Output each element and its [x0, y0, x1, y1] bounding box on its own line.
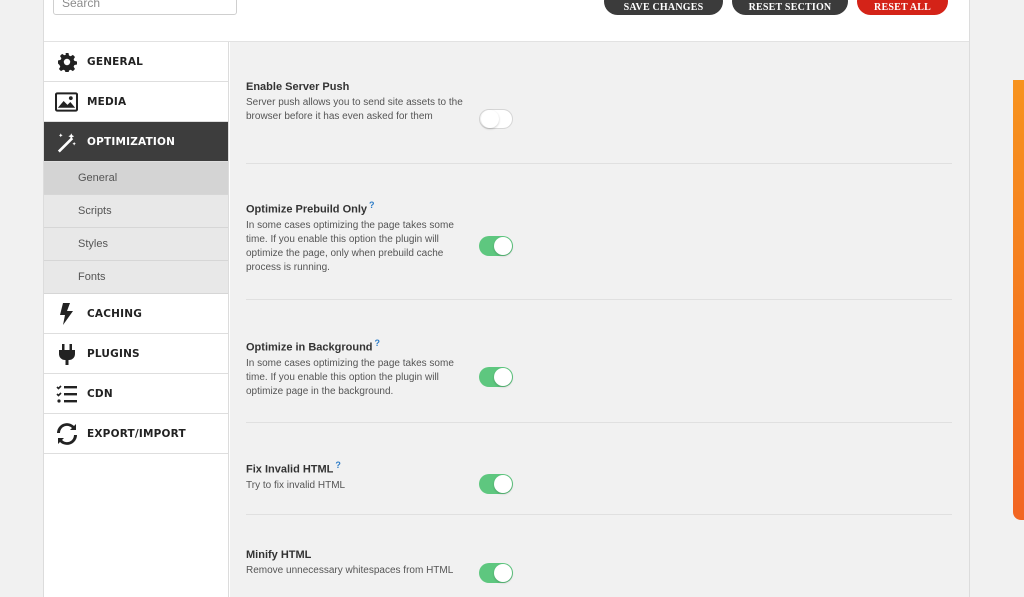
subnav-item-scripts[interactable]: Scripts: [44, 195, 228, 228]
subnav-item-fonts[interactable]: Fonts: [44, 261, 228, 294]
toggle-knob: [494, 564, 512, 582]
sidebar-item-plugins[interactable]: PLUGINS: [44, 334, 228, 374]
option-enable-server-push: Enable Server Push Server push allows yo…: [246, 81, 952, 164]
sidebar-item-label: GENERAL: [87, 55, 144, 68]
search-input[interactable]: [53, 0, 237, 15]
subnav-item-general[interactable]: General: [44, 162, 228, 195]
option-description: In some cases optimizing the page takes …: [246, 219, 454, 273]
background-optimize-toggle[interactable]: [479, 367, 513, 387]
minify-html-toggle[interactable]: [479, 563, 513, 583]
server-push-toggle[interactable]: [479, 109, 513, 129]
option-title: Optimize in Background?: [246, 338, 381, 354]
fix-html-toggle[interactable]: [479, 474, 513, 494]
sidebar-item-label: PLUGINS: [87, 347, 140, 360]
sidebar-item-label: EXPORT/IMPORT: [87, 427, 186, 440]
save-changes-button[interactable]: SAVE CHANGES: [604, 0, 723, 15]
plug-icon: [55, 343, 78, 365]
sidebar-item-label: CACHING: [87, 307, 143, 320]
options-content: Enable Server Push Server push allows yo…: [230, 42, 969, 597]
sidebar-item-general[interactable]: GENERAL: [44, 42, 228, 82]
magic-wand-icon: [55, 131, 78, 153]
option-title: Enable Server Push: [246, 81, 350, 93]
edge-accent: [1013, 80, 1024, 520]
reset-section-button[interactable]: RESET SECTION: [732, 0, 848, 15]
toggle-knob: [481, 110, 499, 128]
option-description: Server push allows you to send site asse…: [246, 97, 463, 122]
option-optimize-prebuild-only: Optimize Prebuild Only? In some cases op…: [246, 200, 952, 300]
gear-icon: [55, 51, 78, 73]
sidebar-item-label: MEDIA: [87, 95, 127, 108]
option-description: Remove unnecessary whitespaces from HTML: [246, 565, 454, 576]
toggle-knob: [494, 237, 512, 255]
sidebar-item-caching[interactable]: CACHING: [44, 294, 228, 334]
sidebar-item-label: CDN: [87, 387, 113, 400]
settings-panel: SAVE CHANGES RESET SECTION RESET ALL GEN…: [43, 0, 970, 597]
image-icon: [55, 91, 78, 113]
sidebar-nav: GENERAL MEDIA OPTIMIZATION General Scrip…: [44, 42, 229, 597]
subnav-item-styles[interactable]: Styles: [44, 228, 228, 261]
sidebar-item-export-import[interactable]: EXPORT/IMPORT: [44, 414, 228, 454]
option-title: Fix Invalid HTML?: [246, 460, 341, 476]
option-description: In some cases optimizing the page takes …: [246, 357, 454, 397]
help-icon[interactable]: ?: [375, 338, 381, 348]
option-title: Optimize Prebuild Only?: [246, 200, 375, 216]
option-minify-html: Minify HTML Remove unnecessary whitespac…: [246, 549, 952, 597]
sidebar-item-optimization[interactable]: OPTIMIZATION: [44, 122, 228, 162]
prebuild-only-toggle[interactable]: [479, 236, 513, 256]
help-icon[interactable]: ?: [335, 460, 341, 470]
toggle-knob: [494, 475, 512, 493]
sync-icon: [55, 422, 78, 445]
checklist-icon: [55, 383, 78, 405]
option-description: Try to fix invalid HTML: [246, 479, 346, 491]
sidebar-item-label: OPTIMIZATION: [87, 135, 176, 148]
sidebar-item-media[interactable]: MEDIA: [44, 82, 228, 122]
top-toolbar: SAVE CHANGES RESET SECTION RESET ALL: [44, 0, 969, 42]
option-fix-invalid-html: Fix Invalid HTML? Try to fix invalid HTM…: [246, 460, 952, 515]
reset-all-button[interactable]: RESET ALL: [857, 0, 948, 15]
help-icon[interactable]: ?: [369, 200, 375, 210]
sidebar-item-cdn[interactable]: CDN: [44, 374, 228, 414]
toggle-knob: [494, 368, 512, 386]
option-title: Minify HTML: [246, 549, 312, 561]
option-optimize-in-background: Optimize in Background? In some cases op…: [246, 338, 952, 423]
lightning-icon: [55, 302, 78, 325]
